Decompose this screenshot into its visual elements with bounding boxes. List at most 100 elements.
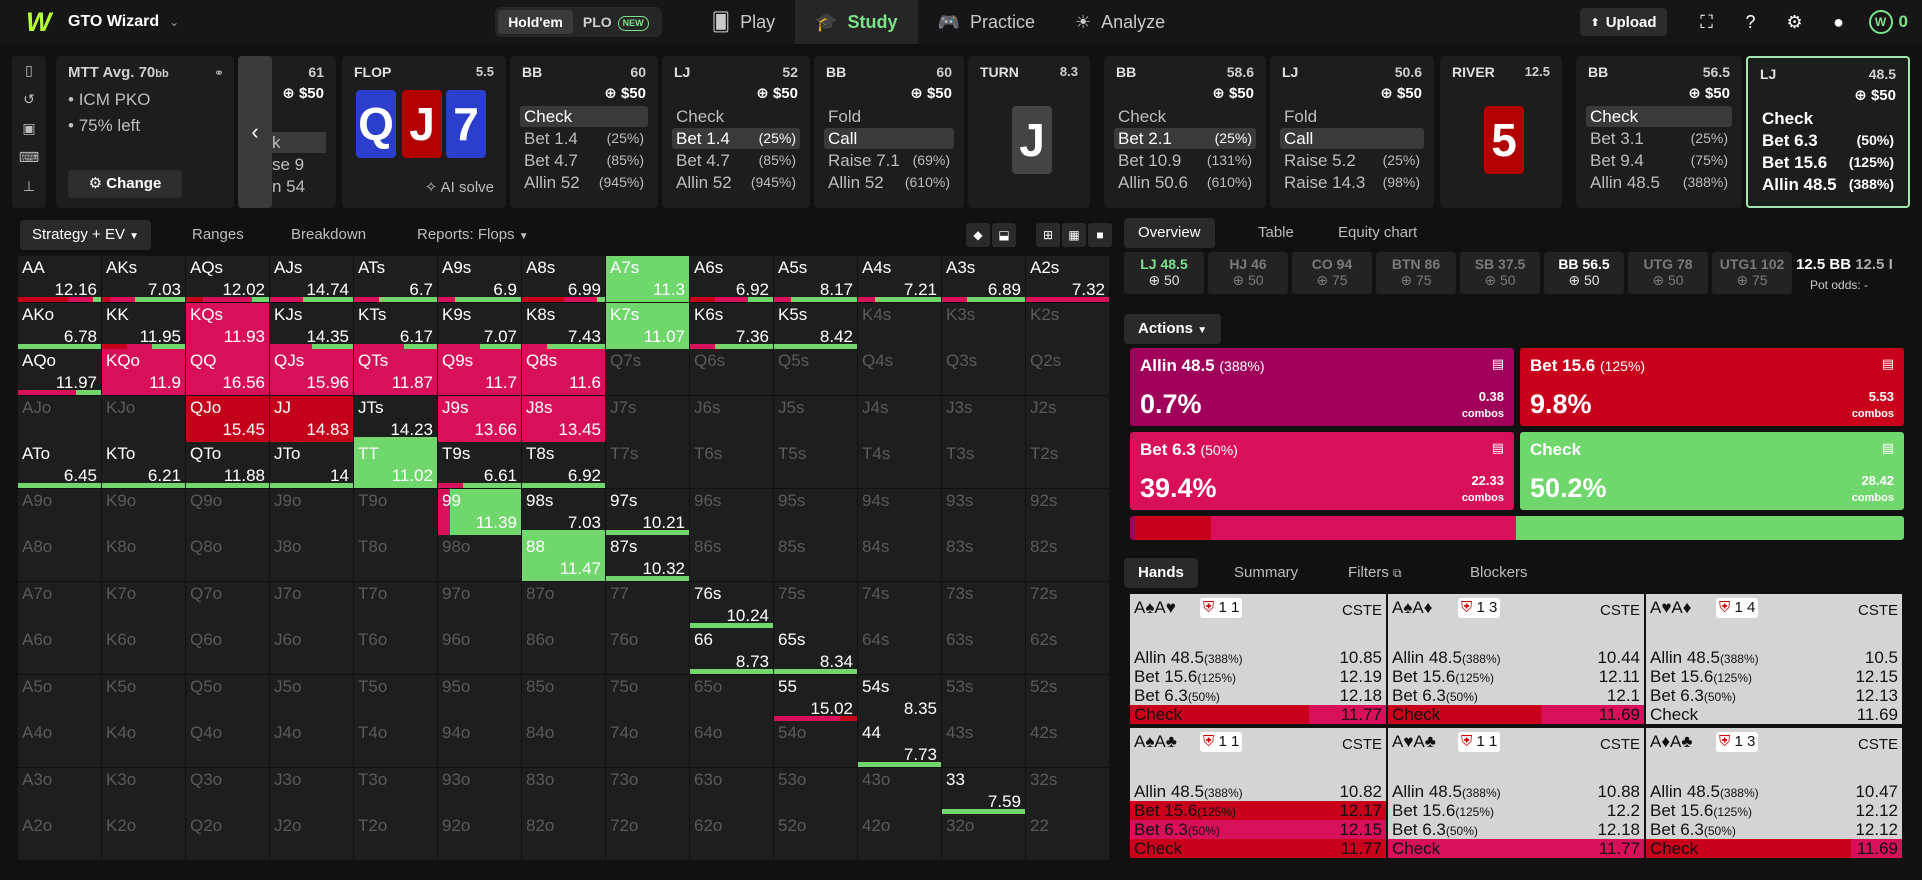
hand-cell[interactable]: A7s 11.3	[606, 256, 689, 302]
hand-cell[interactable]: 73s	[942, 581, 1025, 628]
coins[interactable]: W0	[1868, 10, 1908, 34]
hand-cell[interactable]: QTs 11.87	[354, 349, 437, 395]
scan-icon[interactable]: ⛶	[1696, 11, 1718, 33]
hand-cell[interactable]: 84s	[858, 535, 941, 581]
action-option[interactable]: Bet 15.6 (125%)	[1758, 152, 1898, 173]
hand-cell[interactable]: T5s	[774, 442, 857, 488]
tab-strategy-ev[interactable]: Strategy + EV ▼	[20, 220, 152, 250]
hand-cell[interactable]: 83s	[942, 535, 1025, 581]
hand-combo-card[interactable]: A♦A♣ ⛨ 1 3 CSTE Allin 48.5(388%) 10.47 Bet 15…	[1646, 728, 1902, 858]
chevron-down-icon[interactable]: ⌄	[169, 15, 179, 29]
hand-cell[interactable]: T7o	[354, 581, 437, 628]
hand-cell[interactable]: Q2o	[186, 814, 269, 860]
hand-combo-card[interactable]: A♠A♣ ⛨ 1 1 CSTE Allin 48.5(388%) 10.82 Bet 15…	[1130, 728, 1386, 858]
hand-cell[interactable]: ATo 6.45	[18, 442, 101, 488]
action-card-action_cards2.1[interactable]: LJ 50.6 ⊕ $50 Fold Call Raise 5.2 (25%) Raise 1…	[1270, 56, 1434, 208]
tab-table[interactable]: Table	[1258, 218, 1294, 248]
position-seat[interactable]: UTG 78 ⊕ 50	[1628, 252, 1708, 294]
list-icon[interactable]: ▤	[1882, 440, 1894, 456]
hand-cell[interactable]: T9o	[354, 488, 437, 535]
hand-cell[interactable]: QJs 15.96	[270, 349, 353, 395]
hand-cell[interactable]: T6s	[690, 442, 773, 488]
hand-cell[interactable]: J9s 13.66	[438, 395, 521, 442]
hand-cell[interactable]: Q8s 11.6	[522, 349, 605, 395]
hand-cell[interactable]: K3s	[942, 302, 1025, 349]
save-icon[interactable]: ▣	[12, 114, 46, 143]
user-icon[interactable]: ●	[1828, 11, 1850, 33]
hand-cell[interactable]: Q5o	[186, 674, 269, 721]
hand-cell[interactable]: AKs 7.03	[102, 256, 185, 302]
hand-cell[interactable]: KTo 6.21	[102, 442, 185, 488]
hand-cell[interactable]: 52s	[1026, 674, 1109, 721]
tab-summary[interactable]: Summary	[1234, 558, 1298, 588]
action-option[interactable]: Allin 50.6 (610%)	[1114, 172, 1256, 193]
list-icon[interactable]: ▤	[1492, 356, 1504, 372]
action-option[interactable]: Bet 3.1 (25%)	[1586, 128, 1732, 149]
hand-cell[interactable]: 43o	[858, 767, 941, 814]
action-box[interactable]: Check ▤ 50.2% 28.42 combos	[1520, 432, 1904, 510]
action-option[interactable]: Call	[824, 128, 954, 149]
hand-cell[interactable]: 97o	[438, 581, 521, 628]
action-box[interactable]: Bet 6.3 (50%) ▤ 39.4% 22.33 combos	[1130, 432, 1514, 510]
view-grid-icon[interactable]: ▦	[1062, 223, 1086, 247]
hand-cell[interactable]: 65s 8.34	[774, 628, 857, 674]
hand-cell[interactable]: Q3o	[186, 767, 269, 814]
hand-cell[interactable]: Q9s 11.7	[438, 349, 521, 395]
hand-cell[interactable]: A7o	[18, 581, 101, 628]
action-option[interactable]: Allin 52 (610%)	[824, 172, 954, 193]
tab-overview[interactable]: Overview	[1124, 218, 1215, 248]
hand-cell[interactable]: KQo 11.9	[102, 349, 185, 395]
hand-cell[interactable]: K3o	[102, 767, 185, 814]
scroll-left-button[interactable]: ‹	[238, 56, 272, 208]
hand-cell[interactable]: 86o	[522, 628, 605, 674]
hand-cell[interactable]: T9s 6.61	[438, 442, 521, 488]
hand-cell[interactable]: 55 15.02	[774, 674, 857, 721]
hand-cell[interactable]: A4o	[18, 721, 101, 767]
hand-cell[interactable]: 75o	[606, 674, 689, 721]
hand-cell[interactable]: T2s	[1026, 442, 1109, 488]
hand-cell[interactable]: Q6s	[690, 349, 773, 395]
hand-cell[interactable]: Q3s	[942, 349, 1025, 395]
hand-cell[interactable]: 95s	[774, 488, 857, 535]
hand-cell[interactable]: J7o	[270, 581, 353, 628]
flop-card[interactable]: FLOP 5.5 Q J 7 ✧ AI solve	[342, 56, 506, 208]
hand-cell[interactable]: T8o	[354, 535, 437, 581]
action-option[interactable]: Check	[672, 106, 800, 127]
hand-cell[interactable]: JTo 14	[270, 442, 353, 488]
hand-cell[interactable]: 64o	[690, 721, 773, 767]
hand-cell[interactable]: 85o	[522, 674, 605, 721]
nav-play[interactable]: 🂠 Play	[692, 0, 795, 44]
hand-cell[interactable]: 95o	[438, 674, 521, 721]
action-card-action_cards.1[interactable]: LJ 52 ⊕ $50 Check Bet 1.4 (25%) Bet 4.7 (85%) Al…	[662, 56, 810, 208]
gear-icon[interactable]: ⚙	[1784, 11, 1806, 33]
hand-cell[interactable]: 32s	[1026, 767, 1109, 814]
hand-cell[interactable]: A2o	[18, 814, 101, 860]
hand-cell[interactable]: 74s	[858, 581, 941, 628]
hand-cell[interactable]: 62s	[1026, 628, 1109, 674]
hand-cell[interactable]: 82s	[1026, 535, 1109, 581]
view-full-icon[interactable]: ■	[1088, 223, 1112, 247]
hand-cell[interactable]: J7s	[606, 395, 689, 442]
position-seat[interactable]: HJ 46 ⊕ 50	[1208, 252, 1288, 294]
hand-cell[interactable]: J3o	[270, 767, 353, 814]
hand-cell[interactable]: 76s 10.24	[690, 581, 773, 628]
hand-cell[interactable]: Q5s	[774, 349, 857, 395]
hand-cell[interactable]: QJo 15.45	[186, 395, 269, 442]
hand-cell[interactable]: Q6o	[186, 628, 269, 674]
action-option[interactable]: Check	[1758, 108, 1898, 129]
hand-combo-card[interactable]: A♥A♦ ⛨ 1 4 CSTE Allin 48.5(388%) 10.5 Bet 15.…	[1646, 594, 1902, 724]
hand-cell[interactable]: AJs 14.74	[270, 256, 353, 302]
hand-cell[interactable]: 82o	[522, 814, 605, 860]
nav-practice[interactable]: 🎮 Practice	[918, 0, 1055, 44]
list-icon[interactable]: ▤	[1492, 440, 1504, 456]
action-option[interactable]: Raise 5.2 (25%)	[1280, 150, 1424, 171]
controller-icon[interactable]: ⌨	[12, 143, 46, 172]
hand-cell[interactable]: 43s	[942, 721, 1025, 767]
hand-cell[interactable]: 32o	[942, 814, 1025, 860]
hand-cell[interactable]: 92o	[438, 814, 521, 860]
action-card-action_cards3.1[interactable]: LJ 48.5 ⊕ $50 Check Bet 6.3 (50%) Bet 15.6 (125…	[1746, 56, 1910, 208]
hand-cell[interactable]: A8s 6.99	[522, 256, 605, 302]
hand-cell[interactable]: T3s	[942, 442, 1025, 488]
hand-cell[interactable]: Q8o	[186, 535, 269, 581]
hand-cell[interactable]: J4s	[858, 395, 941, 442]
